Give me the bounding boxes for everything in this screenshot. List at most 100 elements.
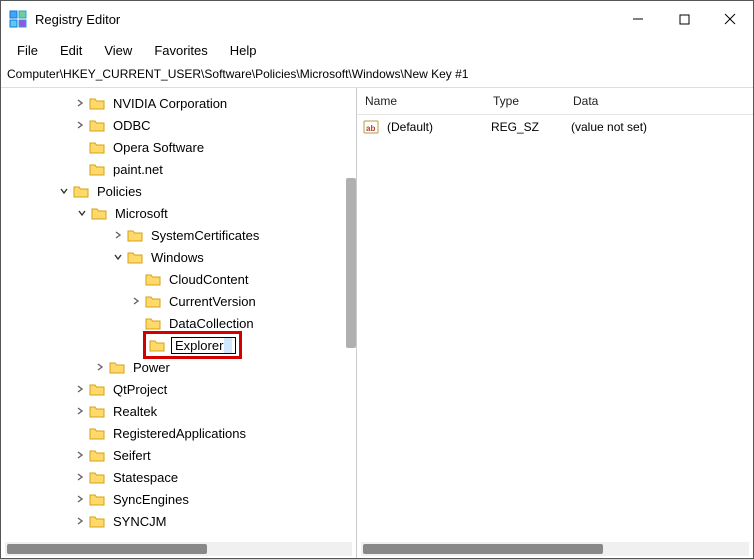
menu-view[interactable]: View bbox=[94, 39, 142, 62]
tree-item[interactable]: RegisteredApplications bbox=[5, 422, 352, 444]
tree-label: Opera Software bbox=[111, 139, 206, 156]
tree-pane: NVIDIA Corporation ODBC Opera Software bbox=[1, 88, 357, 558]
tree-item[interactable]: Power bbox=[5, 356, 352, 378]
chevron-right-icon[interactable] bbox=[73, 514, 87, 528]
tree-label: Windows bbox=[149, 249, 206, 266]
chevron-right-icon[interactable] bbox=[73, 470, 87, 484]
list-pane: Name Type Data ab (Default) REG_SZ (valu… bbox=[357, 88, 753, 558]
folder-icon bbox=[127, 250, 143, 264]
tree-label: Policies bbox=[95, 183, 144, 200]
maximize-button[interactable] bbox=[661, 1, 707, 37]
chevron-right-icon[interactable] bbox=[73, 492, 87, 506]
chevron-down-icon[interactable] bbox=[75, 206, 89, 220]
maximize-icon bbox=[679, 14, 690, 25]
chevron-right-icon[interactable] bbox=[73, 404, 87, 418]
tree-scrollbar-horizontal[interactable] bbox=[5, 542, 352, 556]
tree-item[interactable]: Seifert bbox=[5, 444, 352, 466]
list-scrollbar-horizontal[interactable] bbox=[361, 542, 749, 556]
tree-item[interactable]: paint.net bbox=[5, 158, 352, 180]
window: Registry Editor File Edit View Favorites… bbox=[0, 0, 754, 559]
tree-label: RegisteredApplications bbox=[111, 425, 248, 442]
chevron-right-icon[interactable] bbox=[93, 360, 107, 374]
tree-viewport[interactable]: NVIDIA Corporation ODBC Opera Software bbox=[5, 92, 352, 540]
column-data[interactable]: Data bbox=[565, 88, 753, 114]
close-button[interactable] bbox=[707, 1, 753, 37]
tree-label: SYNCJM bbox=[111, 513, 168, 530]
tree-item[interactable]: SyncEngines bbox=[5, 488, 352, 510]
column-type[interactable]: Type bbox=[485, 88, 565, 114]
tree-item[interactable]: DataCollection bbox=[5, 312, 352, 334]
rename-highlight: Explorer bbox=[145, 333, 240, 357]
tree-label: Realtek bbox=[111, 403, 159, 420]
chevron-right-icon[interactable] bbox=[73, 96, 87, 110]
tree-item[interactable]: Statespace bbox=[5, 466, 352, 488]
rename-input[interactable]: Explorer bbox=[171, 337, 236, 354]
folder-icon bbox=[89, 514, 105, 528]
tree-label: SyncEngines bbox=[111, 491, 191, 508]
tree-item[interactable]: CurrentVersion bbox=[5, 290, 352, 312]
tree-item-policies[interactable]: Policies bbox=[5, 180, 352, 202]
tree-label: Seifert bbox=[111, 447, 153, 464]
chevron-down-icon[interactable] bbox=[57, 184, 71, 198]
tree-label: CurrentVersion bbox=[167, 293, 258, 310]
tree-label: SystemCertificates bbox=[149, 227, 261, 244]
tree-label: QtProject bbox=[111, 381, 169, 398]
rename-text: Explorer bbox=[175, 338, 223, 353]
folder-icon bbox=[89, 470, 105, 484]
value-data: (value not set) bbox=[563, 118, 655, 136]
folder-icon bbox=[127, 228, 143, 242]
tree-item-microsoft[interactable]: Microsoft bbox=[5, 202, 352, 224]
chevron-right-icon[interactable] bbox=[73, 448, 87, 462]
tree-item-windows[interactable]: Windows bbox=[5, 246, 352, 268]
folder-icon bbox=[89, 96, 105, 110]
folder-icon bbox=[145, 272, 161, 286]
value-name: (Default) bbox=[379, 118, 483, 136]
address-bar[interactable]: Computer\HKEY_CURRENT_USER\Software\Poli… bbox=[1, 64, 753, 88]
string-value-icon: ab bbox=[363, 119, 379, 135]
tree-label: ODBC bbox=[111, 117, 153, 134]
close-icon bbox=[724, 13, 736, 25]
tree-item[interactable]: CloudContent bbox=[5, 268, 352, 290]
scrollbar-thumb[interactable] bbox=[363, 544, 603, 554]
minimize-button[interactable] bbox=[615, 1, 661, 37]
chevron-right-icon[interactable] bbox=[73, 118, 87, 132]
chevron-right-icon[interactable] bbox=[129, 294, 143, 308]
folder-icon bbox=[89, 140, 105, 154]
menu-favorites[interactable]: Favorites bbox=[144, 39, 217, 62]
tree-scrollbar-vertical[interactable] bbox=[346, 178, 356, 348]
value-type: REG_SZ bbox=[483, 118, 563, 136]
tree-label: DataCollection bbox=[167, 315, 256, 332]
tree-label: Statespace bbox=[111, 469, 180, 486]
folder-icon bbox=[89, 404, 105, 418]
tree-item[interactable]: Opera Software bbox=[5, 136, 352, 158]
column-name[interactable]: Name bbox=[357, 88, 485, 114]
tree-item[interactable]: Realtek bbox=[5, 400, 352, 422]
folder-icon bbox=[89, 162, 105, 176]
folder-icon bbox=[109, 360, 125, 374]
tree-item-explorer[interactable]: Explorer bbox=[5, 334, 352, 356]
scrollbar-thumb[interactable] bbox=[7, 544, 207, 554]
tree-label: CloudContent bbox=[167, 271, 251, 288]
menu-help[interactable]: Help bbox=[220, 39, 267, 62]
tree-item[interactable]: SystemCertificates bbox=[5, 224, 352, 246]
chevron-right-icon[interactable] bbox=[73, 382, 87, 396]
folder-icon bbox=[89, 426, 105, 440]
folder-icon bbox=[73, 184, 89, 198]
minimize-icon bbox=[632, 13, 644, 25]
tree-item[interactable]: QtProject bbox=[5, 378, 352, 400]
list-row[interactable]: ab (Default) REG_SZ (value not set) bbox=[357, 115, 753, 139]
tree-label: Power bbox=[131, 359, 172, 376]
folder-icon bbox=[91, 206, 107, 220]
menu-file[interactable]: File bbox=[7, 39, 48, 62]
tree-item[interactable]: NVIDIA Corporation bbox=[5, 92, 352, 114]
folder-icon bbox=[145, 316, 161, 330]
chevron-right-icon[interactable] bbox=[111, 228, 125, 242]
tree-item[interactable]: ODBC bbox=[5, 114, 352, 136]
tree-item[interactable]: SYNCJM bbox=[5, 510, 352, 532]
menu-edit[interactable]: Edit bbox=[50, 39, 92, 62]
titlebar: Registry Editor bbox=[1, 1, 753, 37]
folder-icon bbox=[149, 338, 165, 352]
menubar: File Edit View Favorites Help bbox=[1, 37, 753, 64]
chevron-down-icon[interactable] bbox=[111, 250, 125, 264]
folder-icon bbox=[89, 492, 105, 506]
